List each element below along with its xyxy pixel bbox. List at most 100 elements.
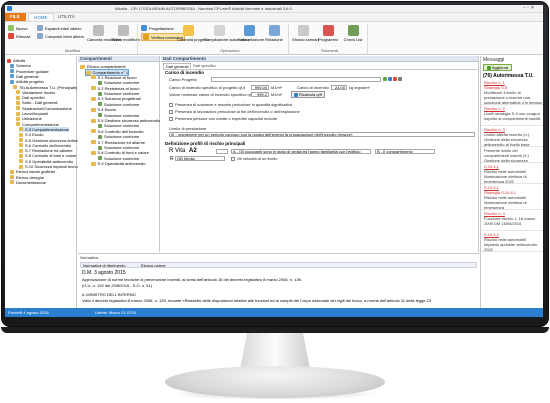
compartment-tree-item[interactable]: S.4 Esodo	[90, 107, 116, 112]
solution-item[interactable]: Soluzione conforme	[98, 102, 139, 107]
tree-item[interactable]: S.9 Operatività antincendio	[19, 159, 73, 164]
compartment-tree-item[interactable]: Elenco compartimenti	[80, 64, 125, 69]
compartment-tree-item[interactable]: S.7 Rivelazione ed allarme	[90, 140, 145, 145]
expand-tree-button[interactable]: Espandi interi albero	[37, 25, 81, 31]
tree-item[interactable]: Ubicazione	[16, 116, 42, 121]
screen: Albufla - CPI 17/SOLARIUM AUTORIMESSA - …	[5, 5, 543, 317]
tree-item[interactable]: S.8 Controllo di fumi e calore	[19, 153, 76, 158]
lavorazioni-checkbox[interactable]	[169, 110, 173, 114]
qf-input[interactable]: 999,2	[251, 92, 269, 97]
tree-item[interactable]: 76) Autorimessa T.U. (Principale)	[13, 85, 77, 90]
compartment-tree-item[interactable]: S.3 Soluzioni progettuali	[90, 96, 141, 101]
tree-item[interactable]: Dati specifici	[16, 95, 44, 100]
ricalcola-button[interactable]: Ricalcola q/ft	[291, 91, 325, 98]
tab-file[interactable]: FILE	[5, 13, 26, 21]
crea-relazione-button[interactable]: Crea relazione	[238, 25, 264, 42]
message-entry[interactable]: Presente livello dei compartimenti inser…	[484, 148, 542, 163]
remove-button[interactable]: Rimuovi	[8, 33, 30, 39]
rvita-compartment-select[interactable]: B - Il compartimento	[375, 149, 435, 154]
solution-item[interactable]: Soluzione conforme	[98, 91, 139, 96]
solution-item[interactable]: Soluzione conforme	[98, 123, 139, 128]
compartment-tree-item[interactable]: S.8 Controllo di fumi e calore	[90, 150, 149, 155]
col-elenco-norme[interactable]: Elenco norme	[141, 263, 166, 268]
tree-item[interactable]: Procedure guidate	[10, 69, 49, 74]
tree-item[interactable]: Attività progetto	[10, 79, 44, 84]
new-button[interactable]: Nuovo	[8, 25, 28, 31]
message-entry[interactable]: S.10.4.2 Rischio nelle automobili impiant…	[484, 232, 542, 252]
tree-item[interactable]: Documentazione	[10, 180, 46, 185]
check-icon	[98, 113, 102, 118]
compartment-tree-item[interactable]: S.5 Gestione sicurezza antincendio	[90, 118, 160, 123]
solution-item[interactable]: Soluzione conforme	[98, 134, 139, 139]
sostanze-checkbox[interactable]	[169, 103, 173, 107]
add-icon[interactable]	[383, 77, 387, 81]
carico-input[interactable]: 24,00	[331, 85, 347, 90]
ribbon-separator	[367, 24, 368, 54]
check-icon	[98, 145, 102, 150]
tree-item[interactable]: Compartimentazione	[16, 122, 59, 127]
aggiorna-button[interactable]: Aggiorna	[483, 64, 513, 71]
tree-item[interactable]: Elenco deroghe	[10, 175, 44, 180]
tree-item[interactable]: Sotto - Dati generali	[16, 100, 57, 105]
messages-panel: Messaggi Aggiorna (76) Autorimessa T.U. …	[480, 56, 543, 308]
compartment-tree-item[interactable]: S.9 Operatività antincendio	[90, 161, 146, 166]
message-entry[interactable]: Rischio n. 4 Funzione rischio 1, 18 marzo…	[484, 211, 542, 226]
refresh-icon	[294, 92, 298, 97]
compartment-tree-item[interactable]: S.6 Controllo dell'incendio	[90, 129, 144, 134]
rvita-code-select[interactable]	[216, 149, 228, 154]
calc-icon[interactable]	[398, 77, 402, 81]
message-entry[interactable]: S.10.4.1 Rischio nelle automobili illumin…	[484, 164, 542, 184]
sfondo-scenari-button[interactable]: Sfondo scenari	[292, 25, 319, 42]
tree-item[interactable]: Attività	[7, 58, 25, 63]
persone-checkbox[interactable]	[169, 117, 173, 121]
tree-item[interactable]: S.6 Controllo dell'incendio	[19, 143, 71, 148]
tab-utilita[interactable]: UTILITÀ	[53, 13, 80, 21]
message-entry[interactable]: Rischio n. 1 Strategia S.8 Modificare il l…	[484, 80, 542, 105]
message-entry[interactable]: Rischio n. 3 Livello attività inserito (n…	[484, 127, 542, 147]
col-normativa-riferimento[interactable]: Normativa di riferimento	[83, 263, 125, 268]
tab-home[interactable]: HOME	[28, 13, 54, 21]
tree-item[interactable]: Elenco tavole grafiche	[10, 169, 55, 174]
tree-item[interactable]: S.10 Sicurezza impianti tecnologici	[19, 164, 87, 169]
rbeni-select[interactable]: GB Media	[175, 156, 225, 161]
tree-item-label: Attività	[13, 58, 26, 63]
tree-item[interactable]: Dati generali	[10, 74, 38, 79]
check-list-button[interactable]: Check List	[342, 25, 364, 42]
tree-item[interactable]: Lavori/Impianti	[16, 111, 48, 116]
rvita-occupants-select[interactable]: A - Gli occupanti sono in stato di vegli…	[231, 149, 371, 154]
tab-dati-specifici[interactable]: Dati specifici	[191, 63, 217, 68]
tree-item[interactable]: Separazioni/Comunicazione	[16, 106, 72, 111]
tree-item[interactable]: Valutazione rischio	[16, 90, 55, 95]
progettazione-button[interactable]: Progettazione	[141, 25, 174, 31]
relazione-button[interactable]: Relazione	[263, 25, 285, 42]
compartment-tree-item[interactable]: S.1 Reazione al fuoco	[90, 75, 137, 80]
delete-icon[interactable]	[393, 77, 397, 81]
solution-item[interactable]: Soluzione conforme	[98, 113, 139, 118]
cancel-changes-button[interactable]: Cancella modifiche	[87, 25, 121, 42]
velocita-checkbox[interactable]	[231, 157, 235, 161]
tree-item[interactable]: Schema	[10, 63, 31, 68]
collapse-tree-button[interactable]: Comprimi interi albero	[37, 33, 84, 39]
solution-item[interactable]: Soluzione conforme	[98, 145, 139, 150]
solution-item[interactable]: Soluzione conforme	[98, 156, 139, 161]
window-controls-icon[interactable]: – ▫ ✕	[523, 5, 535, 11]
carico-progetto-select[interactable]	[211, 77, 381, 82]
solution-item[interactable]: Soluzione conforme	[98, 80, 139, 85]
compartment-tree-item[interactable]: S.2 Resistenza al fuoco	[90, 86, 140, 91]
edit-icon[interactable]	[388, 77, 392, 81]
norm-line: Visto il decreto legislativo 8 marzo 200…	[82, 298, 432, 303]
livello-select[interactable]: III - mantenere per un periodo congruo c…	[169, 132, 475, 137]
save-changes-button[interactable]: Salva modifiche	[112, 25, 140, 42]
folder-icon	[19, 148, 23, 153]
qfd-input[interactable]: 999,00	[251, 85, 269, 90]
message-text: Rischio nelle automobili illuminazione e…	[484, 169, 527, 184]
programmi-button[interactable]: Programmi	[317, 25, 339, 42]
tree-item[interactable]: S.3 Compartimentazione	[19, 126, 70, 132]
tree-item[interactable]: S.7 Rivelazione ed allarme	[19, 148, 73, 153]
controlla-progetto-button[interactable]: Controlla progetto	[177, 25, 209, 42]
message-entry[interactable]: Rischio n. 2 Livelli strategia S.3 non co…	[484, 106, 542, 121]
message-divider	[481, 251, 543, 252]
tree-item[interactable]: S.4 Esodo	[19, 132, 43, 137]
compilazione-button[interactable]: Compilazione automatica	[204, 25, 249, 42]
message-entry[interactable]: S.10.4.1 Strategia S.10.6.1 Rischio nelle …	[484, 185, 542, 210]
